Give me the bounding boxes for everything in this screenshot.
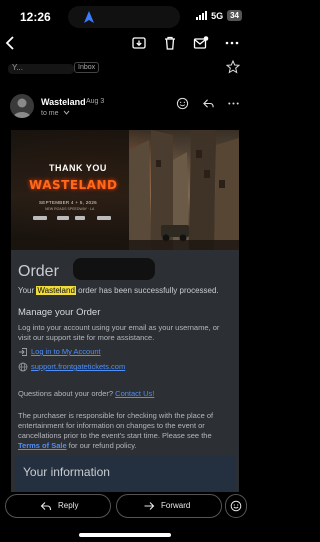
- more-options-icon[interactable]: [224, 35, 240, 51]
- login-icon: [19, 348, 27, 356]
- order-status-text: Your Wasteland order has been successful…: [18, 286, 219, 295]
- banner-heading: THANK YOU: [49, 163, 107, 173]
- status-prefix: Your: [18, 286, 35, 295]
- smiley-icon: [230, 500, 242, 512]
- person-icon: [13, 98, 31, 118]
- emoji-react-icon[interactable]: [176, 97, 189, 110]
- reply-button[interactable]: Reply: [5, 494, 111, 518]
- reply-icon: [40, 502, 52, 511]
- disclaimer-text: The purchaser is responsible for checkin…: [18, 411, 214, 440]
- globe-icon: [18, 362, 28, 372]
- chevron-down-icon: [64, 110, 70, 115]
- sponsor-logo: [97, 216, 111, 220]
- sender-date: Aug 3: [86, 98, 105, 105]
- subject-text: Y...: [12, 63, 23, 72]
- email-toolbar: [0, 32, 250, 56]
- refund-disclaimer: The purchaser is responsible for checkin…: [18, 411, 234, 451]
- contact-question: Questions about your order? Contact Us!: [18, 389, 154, 398]
- network-type: 5G: [211, 10, 224, 21]
- banner-location: NEW ROADS SPEEDWAY · LA: [45, 207, 95, 211]
- your-information-heading: Your information: [23, 465, 110, 479]
- redacted-order-number: [73, 258, 155, 280]
- emoji-reaction-button[interactable]: [225, 494, 247, 518]
- support-link[interactable]: support.frontgatetickets.com: [31, 362, 125, 371]
- forward-button[interactable]: Forward: [116, 494, 222, 518]
- dynamic-island: [68, 6, 180, 28]
- sender-avatar[interactable]: [10, 94, 34, 118]
- login-link[interactable]: Log in to My Account: [31, 347, 101, 356]
- forward-label: Forward: [161, 501, 191, 510]
- reply-icon[interactable]: [202, 97, 215, 110]
- sponsor-logo: [57, 216, 69, 220]
- forward-icon: [144, 502, 155, 510]
- home-indicator[interactable]: [79, 533, 171, 537]
- contact-us-link[interactable]: Contact Us!: [115, 389, 154, 398]
- banner-dates: SEPTEMBER 4 + 5, 2026: [39, 200, 97, 205]
- status-bar: 12:26 5G 34: [0, 0, 250, 30]
- recipient-toggle[interactable]: to me: [41, 110, 70, 117]
- status-indicators: 5G 34: [196, 10, 242, 21]
- sender-header: Wasteland Aug 3 to me: [0, 94, 250, 126]
- email-body: THANK YOU WASTELAND SEPTEMBER 4 + 5, 202…: [11, 130, 239, 492]
- manage-order-heading: Manage your Order: [18, 307, 101, 318]
- sponsor-logo: [33, 216, 47, 220]
- message-more-icon[interactable]: [227, 97, 240, 110]
- navigation-arrow-icon: [84, 11, 94, 23]
- sender-name[interactable]: Wasteland: [41, 97, 86, 107]
- mark-unread-icon[interactable]: [193, 35, 209, 51]
- reply-label: Reply: [58, 501, 79, 510]
- archive-icon[interactable]: [131, 35, 147, 51]
- status-suffix: order has been successfully processed.: [78, 286, 219, 295]
- recipient-text: to me: [41, 110, 59, 117]
- sponsor-logo: [75, 216, 85, 220]
- question-text: Questions about your order?: [18, 389, 114, 398]
- inbox-label[interactable]: Inbox: [74, 62, 100, 73]
- signal-icon: [196, 11, 208, 20]
- status-time: 12:26: [20, 10, 51, 24]
- order-title: Order: [18, 263, 59, 280]
- delete-icon[interactable]: [162, 35, 178, 51]
- event-banner-image: THANK YOU WASTELAND SEPTEMBER 4 + 5, 202…: [11, 130, 239, 250]
- battery-icon: 34: [227, 10, 242, 21]
- email-subject: Y... Inbox: [0, 60, 250, 78]
- star-icon[interactable]: [226, 60, 240, 74]
- highlighted-event-name: Wasteland: [36, 286, 76, 295]
- banner-logo: WASTELAND: [29, 178, 118, 192]
- your-information-section: Your information: [15, 456, 235, 492]
- manage-order-description: Log into your account using your email a…: [18, 323, 220, 342]
- back-arrow-icon[interactable]: [3, 35, 19, 51]
- disclaimer-end: for our refund policy.: [68, 441, 137, 450]
- terms-of-sale-link[interactable]: Terms of Sale: [18, 441, 67, 450]
- bottom-action-bar: Reply Forward: [0, 492, 250, 542]
